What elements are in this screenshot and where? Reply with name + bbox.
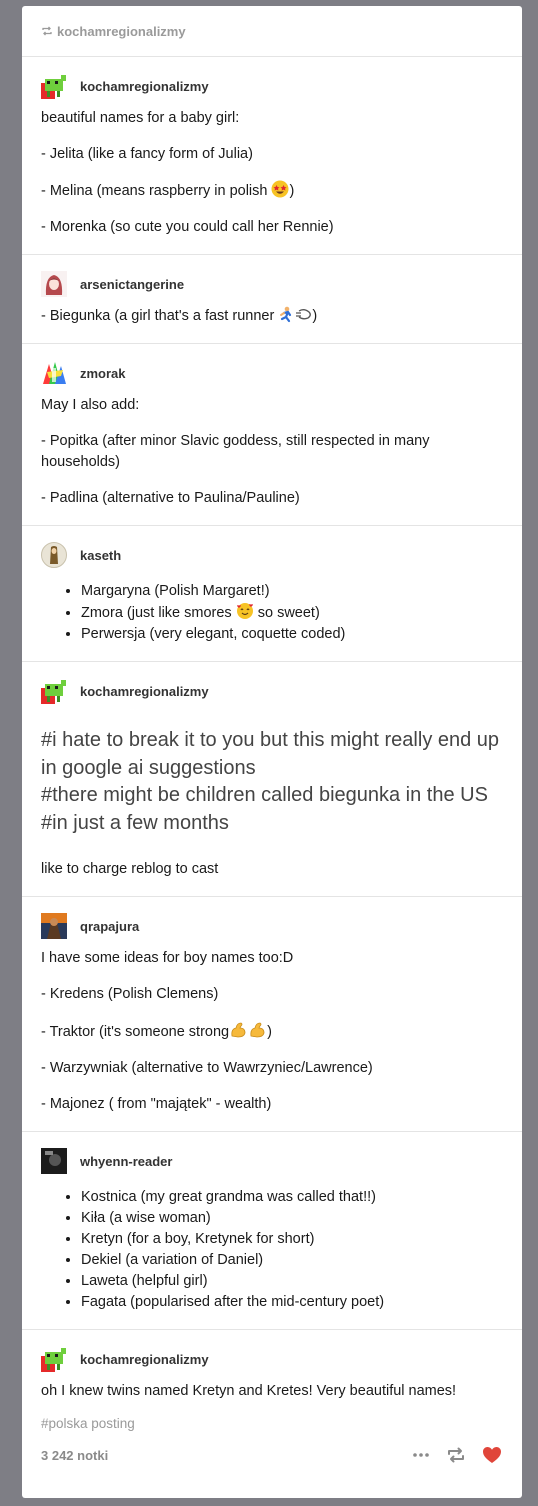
- username[interactable]: kochamregionalizmy: [80, 684, 209, 699]
- post-section: zmorak May I also add: - Popitka (after …: [22, 344, 522, 526]
- dashing-away-emoji-icon: [296, 309, 312, 320]
- username[interactable]: kochamregionalizmy: [80, 79, 209, 94]
- post-section: whyenn-reader Kostnica (my great grandma…: [22, 1132, 522, 1330]
- post-text: - Padlina (alternative to Paulina/Paulin…: [41, 490, 300, 506]
- list-item: Laweta (helpful girl): [81, 1271, 503, 1292]
- username[interactable]: kochamregionalizmy: [80, 1352, 209, 1367]
- footer-tags: #polska posting: [22, 1416, 522, 1431]
- star-struck-emoji-icon: [271, 180, 289, 198]
- post-text: - Majonez ( from "majątek" - wealth): [41, 1096, 272, 1112]
- flexed-biceps-emoji-icon: [231, 1022, 246, 1038]
- bullet-list: Kostnica (my great grandma was called th…: [41, 1187, 503, 1313]
- post-author: kochamregionalizmy: [41, 73, 503, 99]
- post-text: - Morenka (so cute you could call her Re…: [41, 219, 334, 235]
- avatar[interactable]: [41, 913, 67, 939]
- avatar[interactable]: [41, 73, 67, 99]
- list-item: Fagata (popularised after the mid-centur…: [81, 1292, 503, 1313]
- username[interactable]: kaseth: [80, 548, 121, 563]
- reblog-header: kochamregionalizmy: [22, 6, 522, 57]
- post-author: kochamregionalizmy: [41, 1346, 503, 1372]
- post-author: kochamregionalizmy: [41, 678, 503, 704]
- post-text: - Warzywniak (alternative to Wawrzyniec/…: [41, 1060, 373, 1076]
- footer-tag[interactable]: #polska posting: [41, 1416, 135, 1431]
- username[interactable]: arsenictangerine: [80, 277, 184, 292]
- post-text: I have some ideas for boy names too:D: [41, 950, 294, 966]
- post-tag[interactable]: #there might be children called biegunka…: [41, 782, 503, 810]
- post-text: - Traktor (it's someone strong): [41, 1020, 503, 1043]
- post-text: - Popitka (after minor Slavic goddess, s…: [41, 433, 430, 470]
- post-text: - Melina (means raspberry in polish ): [41, 180, 503, 202]
- flexed-biceps-emoji-icon: [250, 1022, 265, 1038]
- list-item: Perwersja (very elegant, coquette coded): [81, 624, 503, 645]
- more-dots-icon[interactable]: [411, 1445, 431, 1465]
- post-text-part: - Biegunka (a girl that's a fast runner: [41, 308, 275, 324]
- reblog-small-icon: [42, 26, 52, 36]
- username[interactable]: whyenn-reader: [80, 1154, 172, 1169]
- post-author: kaseth: [41, 542, 503, 568]
- post-section: kochamregionalizmy oh I knew twins named…: [22, 1330, 522, 1410]
- post-text: - Jelita (like a fancy form of Julia): [41, 146, 253, 162]
- avatar[interactable]: [41, 271, 67, 297]
- notes-count[interactable]: 3 242 notki: [41, 1448, 108, 1463]
- list-item: Kostnica (my great grandma was called th…: [81, 1187, 503, 1208]
- post-author: whyenn-reader: [41, 1148, 503, 1174]
- avatar[interactable]: [41, 1346, 67, 1372]
- avatar[interactable]: [41, 360, 67, 386]
- list-item: Zmora (just like smores so sweet): [81, 602, 503, 624]
- avatar[interactable]: [41, 1148, 67, 1174]
- avatar[interactable]: [41, 542, 67, 568]
- post-actions: [411, 1444, 503, 1466]
- post-text-part: - Traktor (it's someone strong: [41, 1024, 230, 1040]
- person-running-emoji-icon: [280, 306, 292, 323]
- tag-list: #i hate to break it to you but this migh…: [41, 727, 503, 837]
- bullet-list: Margaryna (Polish Margaret!) Zmora (just…: [41, 581, 503, 645]
- post-card: kochamregionalizmy kochamregionalizmy be…: [22, 6, 522, 1498]
- reblog-icon[interactable]: [445, 1444, 467, 1466]
- post-text: like to charge reblog to cast: [41, 861, 219, 877]
- username[interactable]: zmorak: [80, 366, 126, 381]
- post-tag[interactable]: #in just a few months: [41, 810, 503, 838]
- list-item: Kiła (a wise woman): [81, 1208, 503, 1229]
- list-item: Kretyn (for a boy, Kretynek for short): [81, 1229, 503, 1250]
- post-text: May I also add:: [41, 397, 140, 413]
- post-text: - Kredens (Polish Clemens): [41, 986, 219, 1002]
- list-item-text: so sweet): [257, 605, 320, 621]
- post-section: kaseth Margaryna (Polish Margaret!) Zmor…: [22, 526, 522, 662]
- avatar[interactable]: [41, 678, 67, 704]
- post-section: kochamregionalizmy beautiful names for a…: [22, 57, 522, 255]
- post-text-part: - Melina (means raspberry in polish: [41, 183, 268, 199]
- post-author: zmorak: [41, 360, 503, 386]
- post-section: kochamregionalizmy #i hate to break it t…: [22, 662, 522, 897]
- smiling-face-with-hearts-emoji-icon: [236, 603, 253, 619]
- username[interactable]: qrapajura: [80, 919, 139, 934]
- list-item: Margaryna (Polish Margaret!): [81, 581, 503, 602]
- post-author: qrapajura: [41, 913, 503, 939]
- post-text: beautiful names for a baby girl:: [41, 110, 240, 126]
- post-author: arsenictangerine: [41, 271, 503, 297]
- post-section: arsenictangerine - Biegunka (a girl that…: [22, 255, 522, 344]
- list-item-text: Zmora (just like smores: [81, 605, 232, 621]
- post-text: - Biegunka (a girl that's a fast runner …: [41, 306, 318, 324]
- heart-icon[interactable]: [481, 1444, 503, 1466]
- post-tag[interactable]: #i hate to break it to you but this migh…: [41, 727, 503, 782]
- post-section: qrapajura I have some ideas for boy name…: [22, 897, 522, 1132]
- reblog-header-username[interactable]: kochamregionalizmy: [57, 24, 186, 39]
- post-text: oh I knew twins named Kretyn and Kretes!…: [41, 1383, 457, 1399]
- list-item: Dekiel (a variation of Daniel): [81, 1250, 503, 1271]
- post-footer: 3 242 notki: [22, 1431, 522, 1479]
